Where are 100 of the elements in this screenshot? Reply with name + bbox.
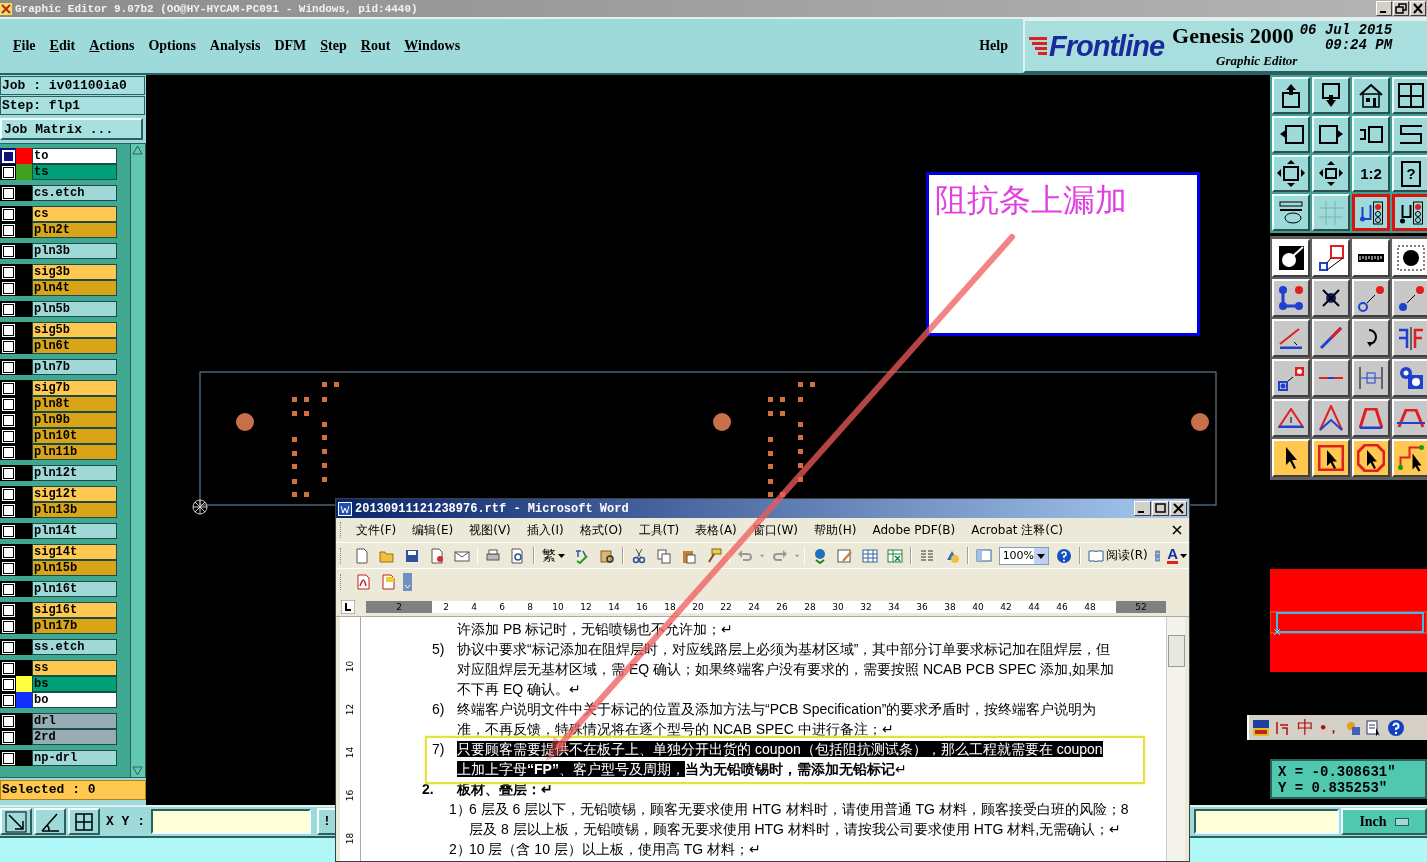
maximize-icon[interactable] bbox=[1393, 1, 1409, 16]
font-color-button[interactable]: A bbox=[1165, 547, 1189, 564]
layer-name[interactable]: sig12t bbox=[32, 486, 117, 502]
layer-checkbox[interactable] bbox=[0, 322, 16, 338]
layer-name[interactable]: pln2t bbox=[32, 222, 117, 238]
script-convert-button[interactable]: 繁 bbox=[540, 546, 568, 565]
layer-checkbox[interactable] bbox=[0, 164, 16, 180]
edit-tool-button[interactable] bbox=[1272, 439, 1310, 477]
edit-tool-button[interactable] bbox=[1352, 279, 1390, 317]
edit-tool-button[interactable] bbox=[1312, 439, 1350, 477]
layer-checkbox[interactable] bbox=[0, 206, 16, 222]
minimize-icon[interactable] bbox=[1376, 1, 1392, 16]
edit-tool-button[interactable] bbox=[1392, 399, 1427, 437]
layer-checkbox[interactable] bbox=[0, 185, 16, 201]
edit-tool-button[interactable] bbox=[1272, 319, 1310, 357]
edit-tool-button[interactable] bbox=[1352, 439, 1390, 477]
layer-name[interactable]: ts bbox=[32, 164, 117, 180]
layer-checkbox[interactable] bbox=[0, 581, 16, 597]
layer-name[interactable]: pln9b bbox=[32, 412, 117, 428]
menu-item[interactable]: Actions bbox=[82, 36, 142, 56]
layer-checkbox[interactable] bbox=[0, 618, 16, 634]
alert-button[interactable]: ! bbox=[317, 808, 337, 835]
layer-checkbox[interactable] bbox=[0, 148, 16, 164]
layer-name[interactable]: pln5b bbox=[32, 301, 117, 317]
view-tool-button[interactable] bbox=[1352, 194, 1390, 231]
layer-name[interactable]: pln17b bbox=[32, 618, 117, 634]
layer-checkbox[interactable] bbox=[0, 301, 16, 317]
layer-name[interactable]: sig7b bbox=[32, 380, 117, 396]
layer-checkbox[interactable] bbox=[0, 486, 16, 502]
view-tool-button[interactable] bbox=[1392, 194, 1427, 231]
menu-item[interactable]: DFM bbox=[267, 36, 314, 56]
zoom-combobox[interactable]: 100% bbox=[998, 546, 1050, 565]
edit-tool-button[interactable] bbox=[1272, 279, 1310, 317]
menu-item[interactable]: 工具(T) bbox=[630, 521, 688, 539]
layer-checkbox[interactable] bbox=[0, 713, 16, 729]
layer-checkbox[interactable] bbox=[0, 222, 16, 238]
layer-checkbox[interactable] bbox=[0, 523, 16, 539]
menu-item[interactable]: Help bbox=[972, 36, 1015, 56]
close-icon[interactable] bbox=[1171, 524, 1183, 536]
layer-checkbox[interactable] bbox=[0, 380, 16, 396]
maximize-icon[interactable] bbox=[1152, 501, 1169, 516]
menu-item[interactable]: Adobe PDF(B) bbox=[864, 523, 964, 537]
menu-item[interactable]: 格式(O) bbox=[571, 521, 631, 539]
menu-item[interactable]: 插入(I) bbox=[518, 521, 572, 539]
menu-item[interactable]: 表格(A) bbox=[687, 521, 745, 539]
layer-name[interactable]: pln12t bbox=[32, 465, 117, 481]
layer-checkbox[interactable] bbox=[0, 560, 16, 576]
input-field[interactable] bbox=[1194, 809, 1339, 834]
layer-name[interactable]: ss.etch bbox=[32, 639, 117, 655]
edit-tool-button[interactable] bbox=[1312, 359, 1350, 397]
view-tool-button[interactable]: ? bbox=[1392, 155, 1427, 192]
spreadsheet-button[interactable] bbox=[885, 547, 906, 564]
read-mode-button[interactable]: 阅读(R) bbox=[1085, 547, 1150, 564]
edit-tool-button[interactable] bbox=[1312, 319, 1350, 357]
layer-checkbox[interactable] bbox=[0, 639, 16, 655]
layer-checkbox[interactable] bbox=[0, 444, 16, 460]
layer-name[interactable]: pln3b bbox=[32, 243, 117, 259]
edit-tool-button[interactable] bbox=[1392, 359, 1427, 397]
menu-item[interactable]: 窗口(W) bbox=[744, 521, 807, 539]
menu-item[interactable]: Step bbox=[313, 36, 354, 56]
menu-item[interactable]: Windows bbox=[397, 36, 468, 56]
layer-checkbox[interactable] bbox=[0, 465, 16, 481]
layer-name[interactable]: bs bbox=[32, 676, 117, 692]
layer-name[interactable]: np-drl bbox=[32, 750, 117, 766]
layer-name[interactable]: pln11b bbox=[32, 444, 117, 460]
table-button[interactable] bbox=[860, 547, 881, 564]
edit-tool-button[interactable] bbox=[1312, 399, 1350, 437]
edit-tool-button[interactable] bbox=[1352, 399, 1390, 437]
layer-checkbox[interactable] bbox=[0, 729, 16, 745]
layer-checkbox[interactable] bbox=[0, 412, 16, 428]
layer-name[interactable]: pln10t bbox=[32, 428, 117, 444]
document-map-button[interactable] bbox=[973, 547, 994, 564]
layer-checkbox[interactable] bbox=[0, 359, 16, 375]
minimize-icon[interactable] bbox=[1134, 501, 1151, 516]
layer-name[interactable]: sig14t bbox=[32, 544, 117, 560]
layer-name[interactable]: sig5b bbox=[32, 322, 117, 338]
layer-checkbox[interactable] bbox=[0, 676, 16, 692]
menu-item[interactable]: 视图(V) bbox=[461, 521, 519, 539]
edit-tool-button[interactable] bbox=[1352, 319, 1390, 357]
layer-name[interactable]: pln6t bbox=[32, 338, 117, 354]
layer-name[interactable]: pln4t bbox=[32, 280, 117, 296]
layer-name[interactable]: ss bbox=[32, 660, 117, 676]
edit-tool-button[interactable] bbox=[1392, 239, 1427, 277]
menu-item[interactable]: 帮助(H) bbox=[806, 521, 865, 539]
layer-name[interactable]: pln7b bbox=[32, 359, 117, 375]
layer-name[interactable]: pln15b bbox=[32, 560, 117, 576]
menu-item[interactable]: 文件(F) bbox=[348, 521, 405, 539]
layer-name[interactable]: to bbox=[32, 148, 117, 164]
snap-button[interactable] bbox=[68, 808, 100, 835]
edit-tool-button[interactable] bbox=[1352, 359, 1390, 397]
menu-item[interactable]: Acrobat 注释(C) bbox=[963, 521, 1071, 539]
edit-tool-button[interactable] bbox=[1392, 279, 1427, 317]
snap-button[interactable] bbox=[34, 808, 66, 835]
layer-checkbox[interactable] bbox=[0, 544, 16, 560]
layer-name[interactable]: pln16t bbox=[32, 581, 117, 597]
edit-tool-button[interactable] bbox=[1312, 279, 1350, 317]
scrollbar[interactable] bbox=[130, 144, 145, 777]
layer-name[interactable]: drl bbox=[32, 713, 117, 729]
layer-checkbox[interactable] bbox=[0, 338, 16, 354]
job-matrix-button[interactable]: Job Matrix ... bbox=[0, 118, 143, 140]
